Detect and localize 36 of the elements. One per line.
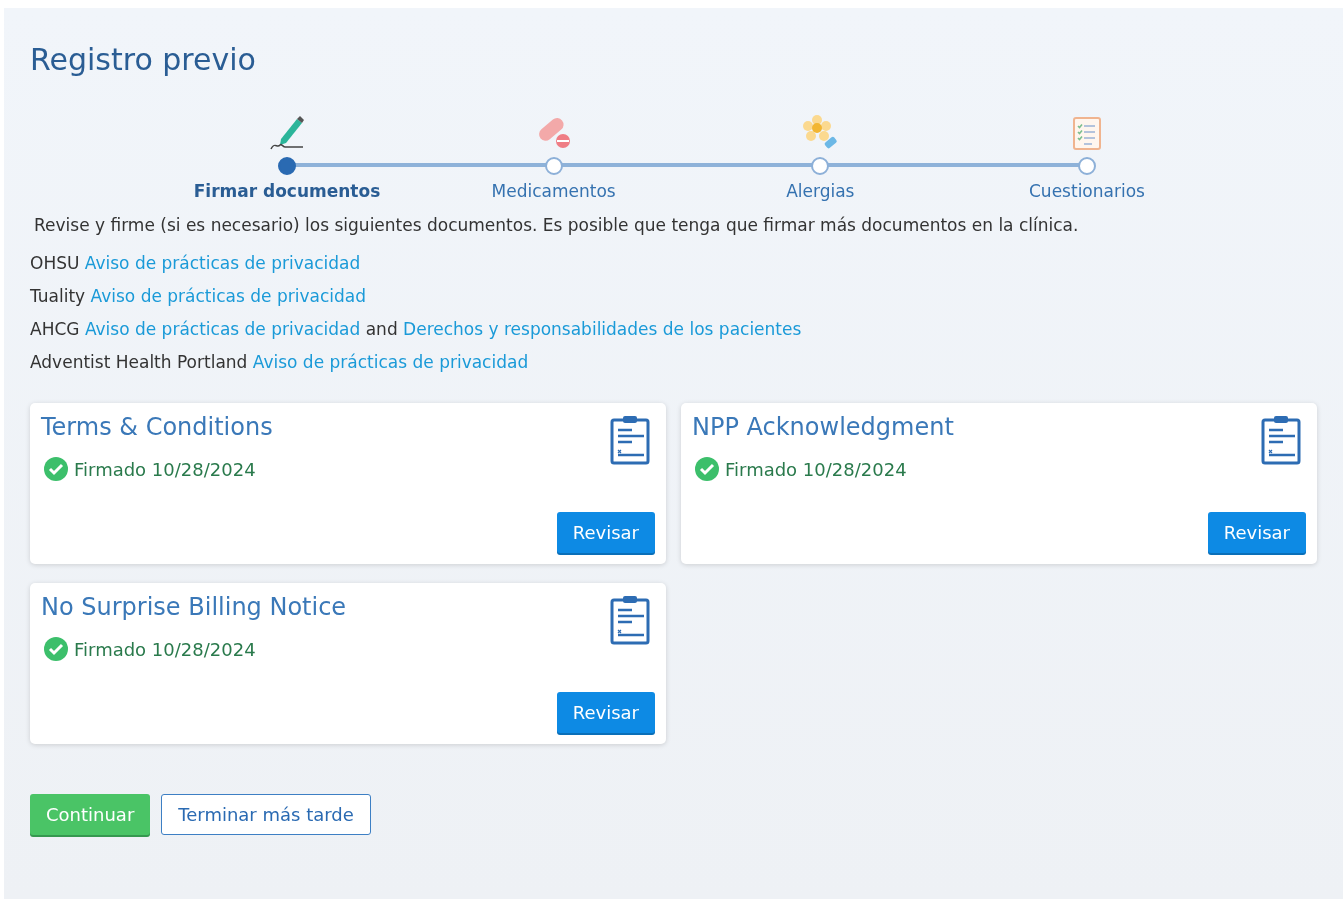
review-button[interactable]: Revisar [556,512,655,553]
card-title: No Surprise Billing Notice [41,593,347,621]
card-title: Terms & Conditions [41,413,273,441]
signed-status: Firmado 10/28/2024 [74,458,256,480]
step-marker[interactable] [278,157,296,175]
document-notice: AHCG Aviso de prácticas de privacidad and Derechos y responsabilidades de los pacientes [30,319,802,339]
step-marker[interactable] [1077,157,1096,175]
step-label[interactable]: Alergias [786,181,855,201]
clipboard-icon [610,415,650,465]
flower-icon [801,113,840,151]
review-button[interactable]: Revisar [1207,512,1306,553]
signed-status: Firmado 10/28/2024 [74,638,256,660]
card-title: NPP Acknowledgment [692,413,954,441]
pen-icon [269,113,305,151]
document-notice: Tuality Aviso de prácticas de privacidad [30,286,366,306]
document-link[interactable]: Aviso de prácticas de privacidad [90,286,366,306]
clipboard-icon [1261,415,1301,465]
step-label[interactable]: Medicamentos [491,181,616,201]
continue-button[interactable]: Continuar [30,794,151,835]
review-button[interactable]: Revisar [556,692,655,733]
step-marker[interactable] [811,157,830,175]
checklist-icon [1071,115,1102,151]
clipboard-icon [610,595,650,645]
step-label[interactable]: Firmar documentos [193,181,381,201]
document-link[interactable]: Aviso de prácticas de privacidad [84,253,361,273]
step-label[interactable]: Cuestionarios [1029,181,1145,201]
document-link[interactable]: Derechos y responsabilidades de los pacientes [403,319,802,339]
step-marker[interactable] [544,157,563,175]
document-link[interactable]: Aviso de prácticas de privacidad [252,352,529,372]
document-notice: Adventist Health Portland Aviso de prácticas de privacidad [30,352,529,372]
page-title: Registro previo [30,42,256,77]
finish-later-button[interactable]: Terminar más tarde [161,794,371,835]
document-link[interactable]: Aviso de prácticas de privacidad [84,319,361,339]
document-notice: OHSU Aviso de prácticas de privacidad [30,253,361,273]
instructions-text: Revise y firme (si es necesario) los siguientes documentos. Es posible que tenga que firmar más documentos en la clínica. [34,215,1080,235]
signed-status: Firmado 10/28/2024 [725,458,907,480]
